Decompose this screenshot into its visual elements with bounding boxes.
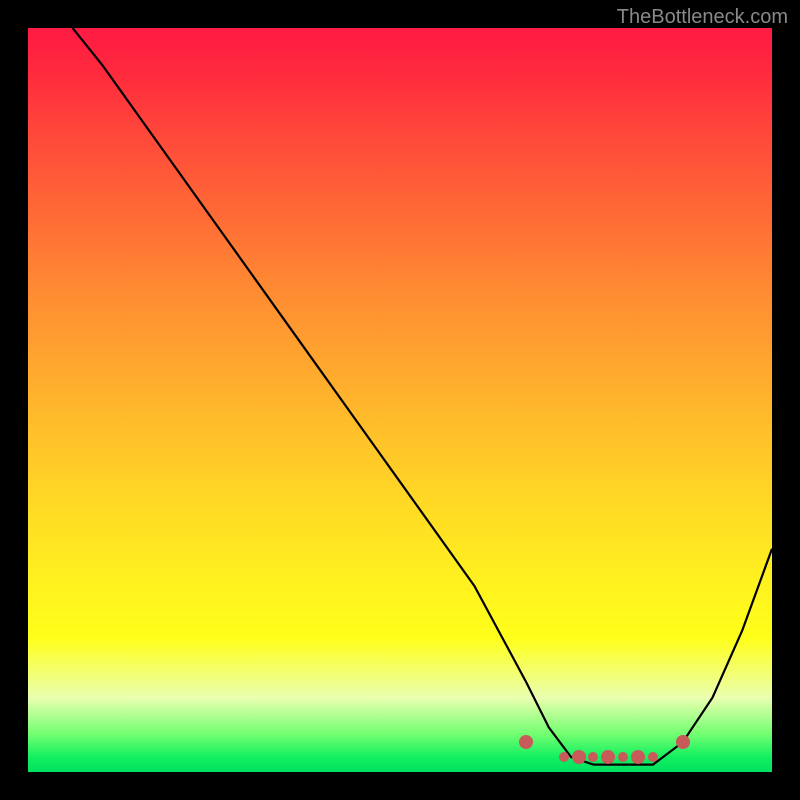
optimal-marker <box>588 752 598 762</box>
optimal-marker <box>559 752 569 762</box>
optimal-marker <box>601 750 615 764</box>
watermark-text: TheBottleneck.com <box>617 6 788 29</box>
bottleneck-curve <box>28 28 772 772</box>
chart-plot-area <box>28 28 772 772</box>
optimal-marker <box>631 750 645 764</box>
optimal-marker <box>676 735 690 749</box>
optimal-marker <box>519 735 533 749</box>
optimal-marker <box>572 750 586 764</box>
optimal-marker <box>618 752 628 762</box>
optimal-marker <box>648 752 658 762</box>
